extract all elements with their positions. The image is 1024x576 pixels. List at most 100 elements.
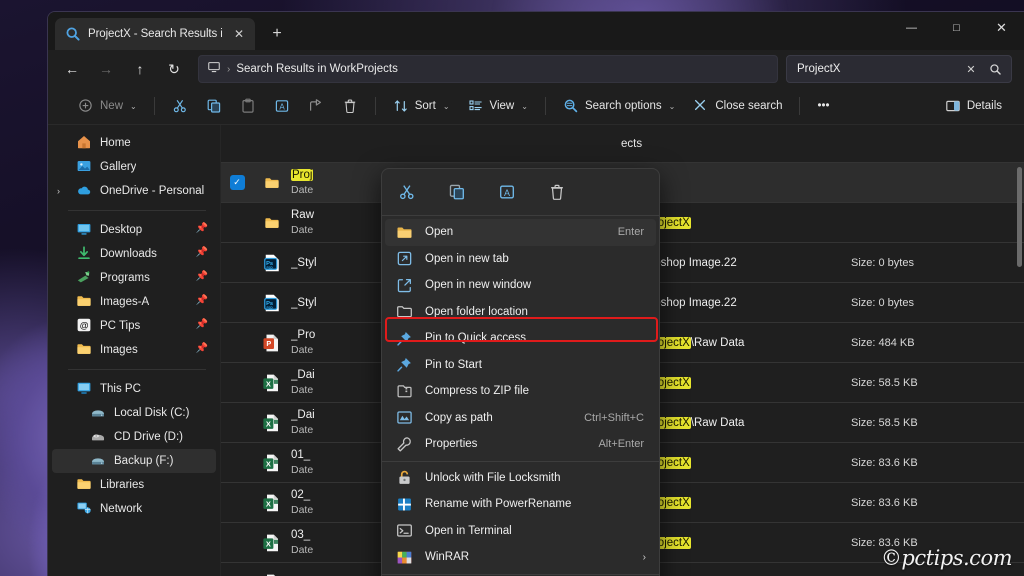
minimize-button[interactable]: — [889,12,934,44]
sidebar-item-gallery[interactable]: Gallery [52,155,216,179]
menu-item-label: Pin to Quick access [425,332,526,345]
pctips-icon: @ [76,317,92,336]
tab-projectx-search[interactable]: ProjectX - Search Results in W ✕ [55,18,255,50]
menu-item-unlock-with-file-locksmith[interactable]: Unlock with File Locksmith [385,465,656,492]
sidebar-item-label: Home [100,137,131,149]
sidebar-item-label: Desktop [100,224,143,236]
chevron-right-icon[interactable]: › [57,179,60,203]
pin-icon [396,330,413,347]
svg-text:X: X [266,379,271,388]
forward-button[interactable]: → [90,54,122,84]
search-icon[interactable] [983,58,1007,80]
plus-circle-icon [78,98,94,114]
menu-item-open-in-new-window[interactable]: Open in new window [385,272,656,299]
copy-icon[interactable] [440,177,474,207]
context-menu[interactable]: A Open Enter Open in new tab Open in new wi… [381,168,660,576]
file-size: Size: 58.5 KB [851,376,918,389]
new-tab-button[interactable]: + [263,20,291,48]
delete-icon[interactable] [540,177,574,207]
copy-button[interactable] [198,92,230,120]
title-bar: ProjectX - Search Results in W ✕ + — □ ✕ [48,12,1024,50]
folder-icon [76,476,92,495]
new-window-icon [396,277,413,294]
up-button[interactable]: ↑ [124,54,156,84]
sidebar-item-downloads[interactable]: Downloads 📌 [52,242,216,266]
sidebar-item-images-a[interactable]: Images-A 📌 [52,290,216,314]
sidebar-item-this-pc[interactable]: This PC [52,377,216,401]
checkbox-checked-icon[interactable]: ✓ [229,175,245,190]
address-bar[interactable]: › Search Results in WorkProjects [198,55,778,83]
vertical-scrollbar[interactable] [1017,167,1022,267]
sidebar-item-images[interactable]: Images 📌 [52,338,216,362]
svg-text:A: A [504,188,510,198]
rename-button[interactable]: A [266,92,298,120]
search-box[interactable]: ProjectX ✕ [786,55,1012,83]
menu-item-open-in-new-tab[interactable]: Open in new tab [385,246,656,273]
properties-icon [396,436,413,453]
delete-button[interactable] [334,92,366,120]
sidebar-item-label: This PC [100,383,141,395]
details-pane-button[interactable]: Details [937,92,1010,120]
menu-item-open-in-terminal[interactable]: Open in Terminal [385,518,656,545]
menu-item-pin-to-quick-access[interactable]: Pin to Quick access [385,325,656,352]
sidebar-item-pc-tips[interactable]: @ PC Tips 📌 [52,314,216,338]
menu-item-shortcut: Enter [617,226,644,239]
search-options-button[interactable]: Search options ⌄ [555,92,683,120]
sidebar-item-programs[interactable]: Programs 📌 [52,266,216,290]
cut-button[interactable] [164,92,196,120]
menu-item-open[interactable]: Open Enter [385,219,656,246]
menu-item-compress-to-zip-file[interactable]: Compress to ZIP file [385,378,656,405]
svg-text:PSD: PSD [267,305,274,309]
rename-icon[interactable]: A [490,177,524,207]
drive-icon [90,452,106,471]
sidebar-item-onedrive-personal[interactable]: › OneDrive - Personal [52,179,216,203]
overflow-button[interactable]: ••• [809,92,837,120]
share-button[interactable] [300,92,332,120]
sidebar-item-cd-drive-d[interactable]: CD Drive (D:) [52,425,216,449]
sidebar-item-local-disk-c[interactable]: Local Disk (C:) [52,401,216,425]
xlsx-icon: X [253,573,291,576]
psd-icon: Ps PSD [253,253,291,273]
new-button[interactable]: New ⌄ [70,92,145,120]
downloads-icon [76,245,92,264]
window-controls: — □ ✕ [889,12,1024,44]
menu-item-open-folder-location[interactable]: Open folder location [385,299,656,326]
clear-search-icon[interactable]: ✕ [959,58,983,80]
view-button[interactable]: View ⌄ [460,92,536,120]
back-button[interactable]: ← [56,54,88,84]
close-search-button[interactable]: Close search [685,92,790,120]
home-icon [76,134,92,153]
menu-item-label: Compress to ZIP file [425,385,529,398]
sidebar-item-label: Images [100,344,138,356]
refresh-button[interactable]: ↻ [158,54,190,84]
svg-text:P: P [266,339,271,348]
divider [374,97,376,115]
menu-item-pin-to-start[interactable]: Pin to Start [385,352,656,379]
menu-item-properties[interactable]: Properties Alt+Enter [385,431,656,458]
search-match-highlight: Proj [291,169,314,181]
menu-item-rename-with-powerrename[interactable]: Rename with PowerRename [385,491,656,518]
sort-button[interactable]: Sort ⌄ [385,92,458,120]
chevron-down-icon: ⌄ [668,101,676,111]
row-checkbox[interactable]: ✓ [221,175,253,190]
sidebar-item-label: Network [100,503,143,515]
close-window-button[interactable]: ✕ [979,12,1024,44]
menu-item-shortcut: Ctrl+Shift+C [584,411,644,424]
sidebar-item-network[interactable]: Network [52,497,216,521]
psd-icon: Ps PSD [253,293,291,313]
sidebar-item-home[interactable]: Home [52,131,216,155]
menu-item-label: Open in new window [425,279,532,292]
search-input[interactable]: ProjectX [797,63,959,75]
screen: ProjectX - Search Results in W ✕ + — □ ✕… [0,0,1024,576]
close-tab-button[interactable]: ✕ [229,24,249,44]
search-icon [65,26,81,42]
menu-item-winrar[interactable]: WinRAR › [385,544,656,571]
sidebar-item-libraries[interactable]: Libraries [52,473,216,497]
sidebar-item-label: CD Drive (D:) [114,431,183,443]
cut-icon[interactable] [390,177,424,207]
paste-button[interactable] [232,92,264,120]
maximize-button[interactable]: □ [934,12,979,44]
sidebar-item-backup-f[interactable]: Backup (F:) [52,449,216,473]
sidebar-item-desktop[interactable]: Desktop 📌 [52,218,216,242]
menu-item-copy-as-path[interactable]: Copy as path Ctrl+Shift+C [385,405,656,432]
